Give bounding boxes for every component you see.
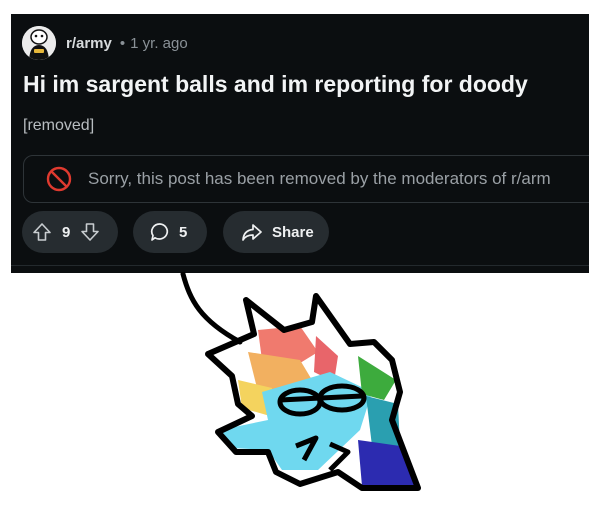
removal-notice-text: Sorry, this post has been removed by the… [88, 169, 551, 188]
upvote-button[interactable] [32, 222, 52, 242]
share-button[interactable]: Share [223, 211, 329, 253]
vote-count: 9 [62, 223, 71, 241]
post-meta: r/army • 1 yr. ago [22, 26, 188, 60]
soldier-avatar-icon [22, 26, 56, 60]
speech-tail-stroke [180, 272, 243, 345]
downvote-arrow-icon [81, 223, 100, 241]
comment-count: 5 [179, 223, 188, 241]
comment-bubble-icon [150, 223, 169, 241]
rainbow-dash-doodle [180, 272, 421, 491]
downvote-button[interactable] [80, 222, 100, 242]
post-card[interactable]: r/army • 1 yr. ago Hi im sargent balls a… [11, 14, 589, 273]
vote-bar: 9 [22, 211, 118, 253]
meta-separator: • [119, 34, 126, 52]
prohibited-icon [46, 166, 72, 192]
share-arrow-icon [242, 224, 262, 241]
subreddit-link[interactable]: r/army [66, 35, 112, 52]
share-label: Share [272, 223, 314, 241]
comments-button[interactable]: 5 [133, 211, 207, 253]
subreddit-avatar[interactable] [22, 26, 56, 60]
upvote-arrow-icon [33, 223, 51, 241]
removal-notice: Sorry, this post has been removed by the… [23, 155, 589, 203]
post-timestamp: 1 yr. ago [130, 34, 188, 52]
divider [11, 265, 589, 266]
post-title[interactable]: Hi im sargent balls and im reporting for… [23, 71, 528, 98]
post-body: [removed] [23, 117, 95, 134]
